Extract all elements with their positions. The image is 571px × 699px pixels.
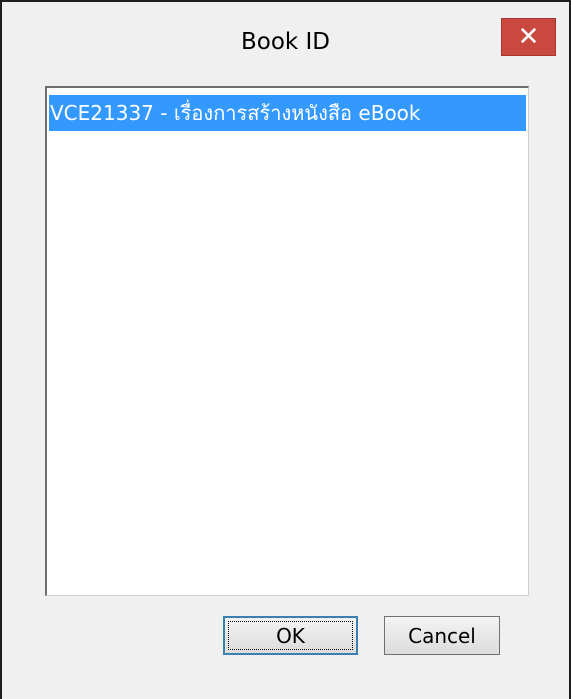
book-id-dialog: Book ID ✕ VCE21337 - เรื่องการสร้างหนังส… (0, 0, 571, 699)
cancel-button[interactable]: Cancel (384, 616, 500, 655)
ok-button[interactable]: OK (223, 616, 358, 655)
list-item-label: VCE21337 - เรื่องการสร้างหนังสือ eBook (50, 101, 421, 125)
focus-rectangle (228, 621, 353, 650)
cancel-button-label: Cancel (408, 623, 476, 648)
dialog-title: Book ID (240, 29, 331, 55)
title-bar[interactable]: Book ID ✕ (2, 2, 569, 72)
close-button[interactable]: ✕ (501, 18, 556, 56)
book-id-listbox[interactable]: VCE21337 - เรื่องการสร้างหนังสือ eBook (45, 86, 529, 596)
close-icon: ✕ (517, 22, 540, 52)
list-item[interactable]: VCE21337 - เรื่องการสร้างหนังสือ eBook (49, 95, 526, 131)
